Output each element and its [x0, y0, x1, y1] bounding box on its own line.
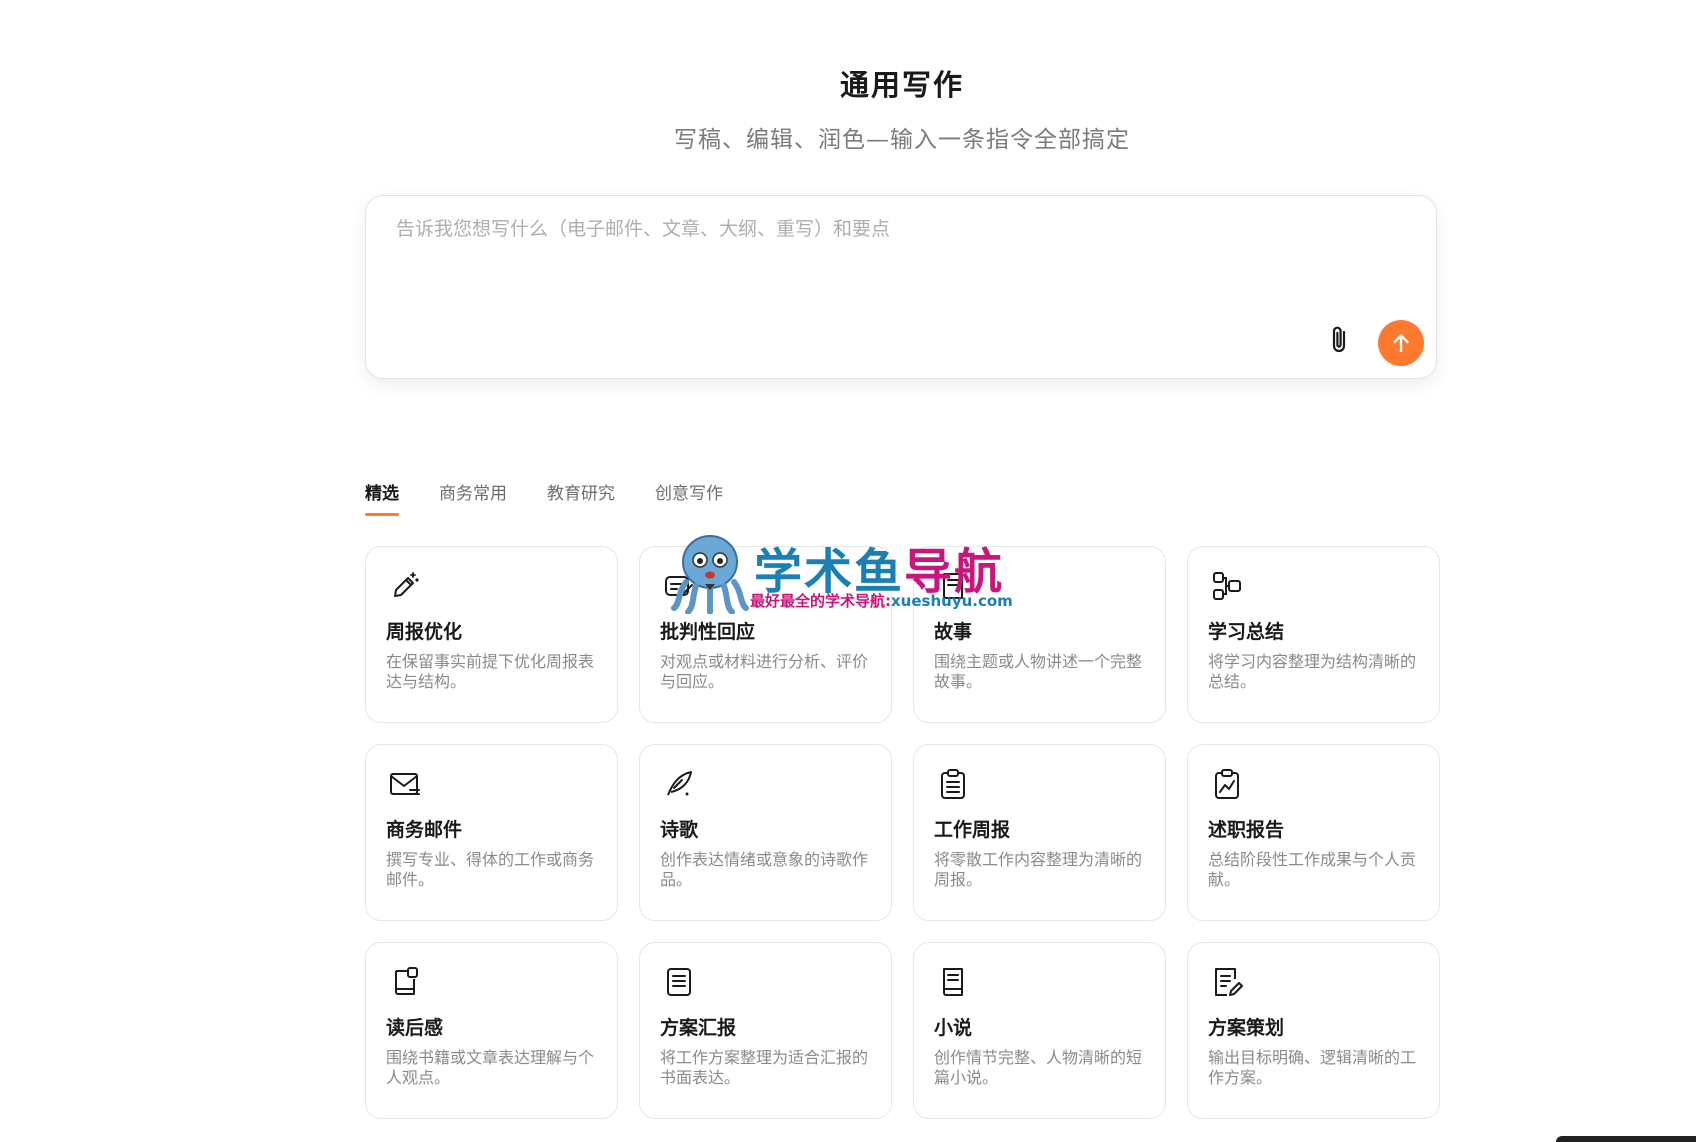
card-title: 方案策划	[1208, 1017, 1285, 1039]
template-card[interactable]: 读后感 围绕书籍或文章表达理解与个人观点。	[365, 942, 618, 1119]
clipboard-list-icon	[941, 769, 965, 799]
mail-icon	[390, 773, 420, 795]
quill-icon	[667, 771, 692, 796]
card-title: 述职报告	[1208, 819, 1285, 841]
paperclip-icon	[1332, 326, 1346, 353]
tab-education[interactable]: 教育研究	[547, 482, 615, 516]
book-note-icon	[395, 967, 418, 995]
comment-edit-icon	[665, 576, 693, 596]
card-description: 总结阶段性工作成果与个人贡献。	[1208, 850, 1417, 889]
category-tabs: 精选 商务常用 教育研究 创意写作	[365, 482, 723, 516]
card-title: 学习总结	[1208, 621, 1285, 643]
card-description: 围绕主题或人物讲述一个完整故事。	[934, 652, 1143, 691]
card-description: 创作情节完整、人物清晰的短篇小说。	[934, 1048, 1143, 1087]
page-subtitle: 写稿、编辑、润色—输入一条指令全部搞定	[674, 127, 1130, 153]
card-description: 撰写专业、得体的工作或商务邮件。	[386, 850, 595, 889]
arrow-up-icon	[1393, 334, 1409, 353]
template-card[interactable]: 商务邮件 撰写专业、得体的工作或商务邮件。	[365, 744, 618, 921]
book-icon	[943, 573, 963, 599]
card-title: 小说	[934, 1017, 973, 1039]
template-grid: 周报优化 在保留事实前提下优化周报表达与结构。 批判性回应 对观点或材料进行分析…	[365, 546, 1440, 1119]
card-description: 将工作方案整理为适合汇报的书面表达。	[660, 1048, 869, 1087]
card-title: 周报优化	[386, 621, 463, 643]
card-description: 创作表达情绪或意象的诗歌作品。	[660, 850, 869, 889]
card-description: 将零散工作内容整理为清晰的周报。	[934, 850, 1143, 889]
attach-button[interactable]	[1324, 324, 1356, 356]
tab-creative[interactable]: 创意写作	[655, 482, 723, 516]
card-description: 输出目标明确、逻辑清晰的工作方案。	[1208, 1048, 1417, 1087]
document-icon	[667, 968, 691, 996]
template-card[interactable]: 述职报告 总结阶段性工作成果与个人贡献。	[1187, 744, 1440, 921]
template-card[interactable]: 批判性回应 对观点或材料进行分析、评价与回应。	[639, 546, 892, 723]
template-card[interactable]: 方案汇报 将工作方案整理为适合汇报的书面表达。	[639, 942, 892, 1119]
card-title: 方案汇报	[660, 1017, 737, 1039]
card-title: 商务邮件	[386, 819, 463, 841]
magic-pen-icon	[394, 572, 419, 597]
template-card[interactable]: 故事 围绕主题或人物讲述一个完整故事。	[913, 546, 1166, 723]
card-description: 将学习内容整理为结构清晰的总结。	[1208, 652, 1417, 691]
template-card[interactable]: 学习总结 将学习内容整理为结构清晰的总结。	[1187, 546, 1440, 723]
template-card[interactable]: 小说 创作情节完整、人物清晰的短篇小说。	[913, 942, 1166, 1119]
card-description: 围绕书籍或文章表达理解与个人观点。	[386, 1048, 595, 1087]
template-card[interactable]: 诗歌 创作表达情绪或意象的诗歌作品。	[639, 744, 892, 921]
card-description: 对观点或材料进行分析、评价与回应。	[660, 652, 869, 691]
card-description: 在保留事实前提下优化周报表达与结构。	[386, 652, 595, 691]
structure-icon	[1213, 572, 1241, 600]
clipboard-chart-icon	[1215, 769, 1239, 799]
card-title: 读后感	[386, 1017, 444, 1039]
page-title: 通用写作	[839, 68, 964, 102]
prompt-input[interactable]	[396, 218, 1296, 240]
send-button[interactable]	[1378, 320, 1424, 366]
tab-featured[interactable]: 精选	[365, 482, 399, 516]
template-card[interactable]: 工作周报 将零散工作内容整理为清晰的周报。	[913, 744, 1166, 921]
card-title: 批判性回应	[660, 621, 756, 643]
card-title: 诗歌	[660, 819, 699, 841]
corner-bar	[1556, 1136, 1696, 1142]
card-title: 故事	[934, 621, 973, 643]
tab-business[interactable]: 商务常用	[439, 482, 507, 516]
template-card[interactable]: 方案策划 输出目标明确、逻辑清晰的工作方案。	[1187, 942, 1440, 1119]
prompt-box	[365, 195, 1437, 379]
notebook-icon	[943, 968, 963, 996]
card-title: 工作周报	[934, 819, 1011, 841]
document-edit-icon	[1215, 968, 1243, 996]
template-card[interactable]: 周报优化 在保留事实前提下优化周报表达与结构。	[365, 546, 618, 723]
